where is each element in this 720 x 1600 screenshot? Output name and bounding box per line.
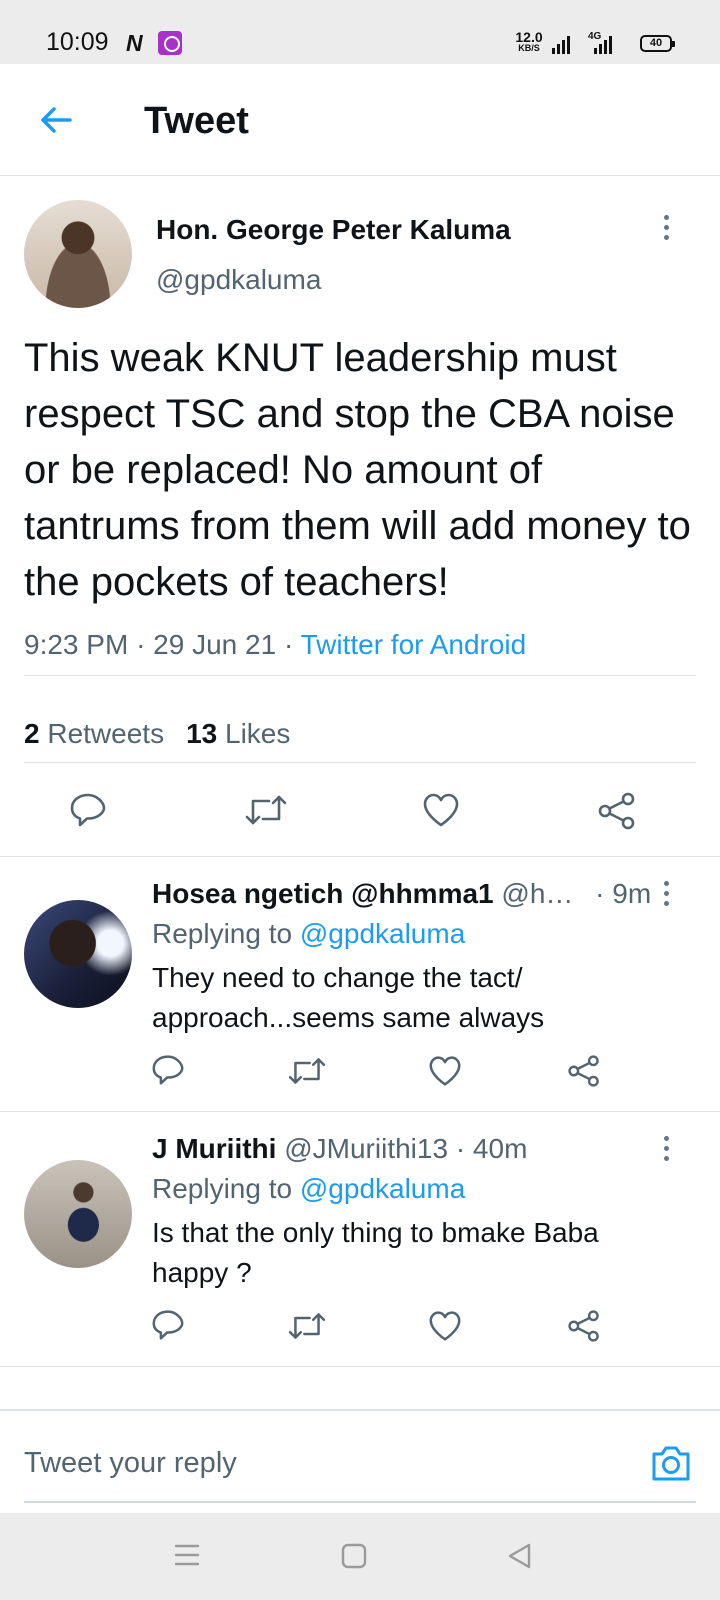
reply-icon[interactable] bbox=[151, 1309, 185, 1341]
n-app-icon: N bbox=[126, 30, 143, 56]
battery-icon: 40 bbox=[640, 35, 675, 52]
reply-time: · 40m bbox=[455, 1133, 528, 1164]
tweet-text: This weak KNUT leadership must respect T… bbox=[24, 336, 691, 604]
network-speed: 12.0 KB/S bbox=[515, 29, 543, 53]
reply-input[interactable] bbox=[24, 1441, 624, 1485]
replying-to: Replying to @gpdkaluma bbox=[152, 918, 466, 949]
reply-text: Is that the only thing to bmake Baba hap… bbox=[152, 1217, 599, 1288]
reply-text: They need to change the tact/ approach..… bbox=[152, 962, 545, 1033]
tweet-time: 9:23 PM bbox=[24, 629, 129, 660]
status-bar: 10:09 N 12.0 KB/S 4G 40 bbox=[0, 0, 720, 64]
author-name[interactable]: Hon. George Peter Kaluma bbox=[156, 214, 511, 246]
retweet-icon[interactable] bbox=[287, 1055, 327, 1087]
like-icon[interactable] bbox=[428, 1055, 462, 1087]
back-icon[interactable] bbox=[507, 1543, 533, 1574]
signal-strength-icon bbox=[552, 36, 572, 54]
status-time: 10:09 bbox=[46, 28, 109, 56]
reply-time: · 9m bbox=[595, 878, 652, 909]
more-options-icon[interactable] bbox=[654, 212, 678, 244]
share-icon[interactable] bbox=[597, 792, 637, 830]
more-options-icon[interactable] bbox=[654, 878, 678, 910]
like-icon[interactable] bbox=[422, 792, 460, 828]
signal-strength-2-icon bbox=[590, 36, 616, 54]
podcast-app-icon bbox=[158, 31, 182, 55]
reply-author-handle[interactable]: @JMuriithi13 bbox=[284, 1133, 448, 1164]
reply-author-name[interactable]: J Muriithi bbox=[152, 1133, 276, 1164]
like-icon[interactable] bbox=[428, 1310, 462, 1342]
reply-author-handle[interactable]: @h… bbox=[501, 878, 573, 909]
replying-to: Replying to @gpdkaluma bbox=[152, 1173, 466, 1204]
share-icon[interactable] bbox=[567, 1309, 601, 1343]
reply-icon[interactable] bbox=[151, 1054, 185, 1086]
replying-to-link[interactable]: @gpdkaluma bbox=[300, 918, 465, 949]
retweets-stat[interactable]: 2 Retweets bbox=[24, 718, 164, 749]
reply-header: Hosea ngetich @hhmma1 @h… · 9m bbox=[152, 878, 651, 910]
camera-icon[interactable] bbox=[650, 1443, 692, 1488]
author-avatar[interactable] bbox=[24, 200, 132, 308]
composer-underline bbox=[24, 1501, 696, 1503]
tweet-source-link[interactable]: Twitter for Android bbox=[301, 629, 527, 660]
reply-author-name[interactable]: Hosea ngetich @hhmma1 bbox=[152, 878, 494, 909]
arrow-left-icon[interactable] bbox=[36, 100, 76, 140]
author-handle[interactable]: @gpdkaluma bbox=[156, 264, 321, 296]
share-icon[interactable] bbox=[567, 1054, 601, 1088]
more-options-icon[interactable] bbox=[654, 1133, 678, 1165]
reply-composer bbox=[0, 1409, 720, 1513]
divider bbox=[24, 762, 696, 763]
likes-stat[interactable]: 13 Likes bbox=[186, 718, 290, 749]
replying-to-link[interactable]: @gpdkaluma bbox=[300, 1173, 465, 1204]
divider bbox=[24, 675, 696, 676]
reply-avatar[interactable] bbox=[24, 1160, 132, 1268]
divider bbox=[0, 1111, 720, 1112]
menu-icon[interactable] bbox=[174, 1543, 200, 1572]
tweet-stats: 2 Retweets 13 Likes bbox=[24, 718, 290, 750]
tweet-meta: 9:23 PM · 29 Jun 21 · Twitter for Androi… bbox=[24, 629, 527, 660]
home-icon[interactable] bbox=[341, 1543, 367, 1574]
reply-avatar[interactable] bbox=[24, 900, 132, 1008]
reply-header: J Muriithi @JMuriithi13 · 40m bbox=[152, 1133, 527, 1165]
system-nav-bar bbox=[0, 1513, 720, 1600]
tweet-date: 29 Jun 21 bbox=[153, 629, 277, 660]
divider bbox=[0, 1366, 720, 1367]
page-title: Tweet bbox=[144, 100, 249, 142]
retweet-icon[interactable] bbox=[287, 1310, 327, 1342]
reply-icon[interactable] bbox=[69, 792, 107, 828]
app-header: Tweet bbox=[0, 64, 720, 176]
retweet-icon[interactable] bbox=[244, 792, 288, 828]
divider bbox=[0, 856, 720, 857]
